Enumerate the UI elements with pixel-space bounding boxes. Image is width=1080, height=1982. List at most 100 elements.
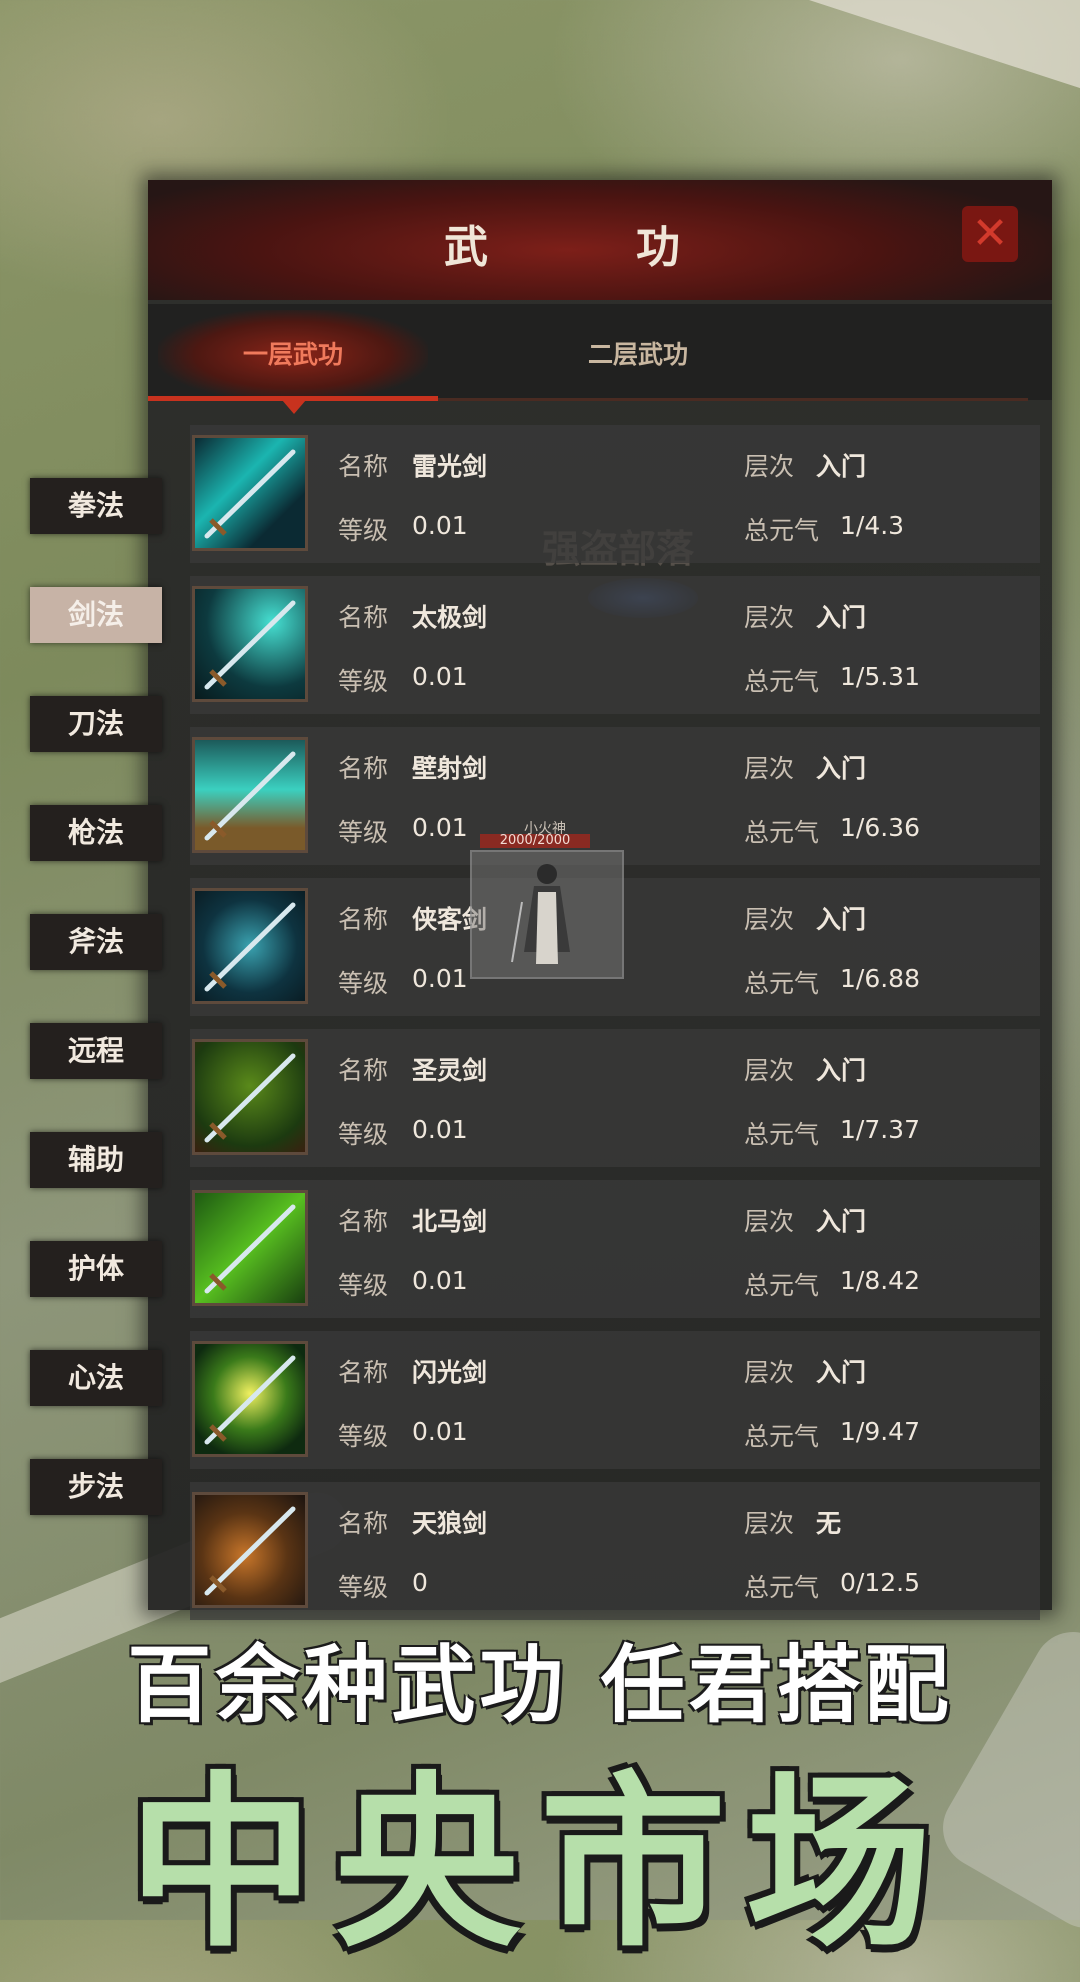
- name-label: 名称: [338, 452, 389, 481]
- sky-wolf-sword-icon[interactable]: [192, 1492, 308, 1608]
- skill-qi: 1/5.31: [840, 662, 920, 691]
- taiji-sword-icon[interactable]: [192, 586, 308, 702]
- skill-tier: 入门: [816, 905, 867, 934]
- name-label: 名称: [338, 603, 389, 632]
- skill-tier: 无: [816, 1509, 842, 1538]
- category-tab[interactable]: 剑法: [30, 587, 162, 643]
- skill-level: 0.01: [412, 1266, 468, 1295]
- name-label: 名称: [338, 1207, 389, 1236]
- skill-level: 0.01: [412, 511, 468, 540]
- skill-row[interactable]: 名称 太极剑 等级 0.01 层次 入门 总元气 1/5.31: [190, 576, 1040, 714]
- promo-title: 中央市场: [127, 1755, 952, 1972]
- skill-row[interactable]: 名称 天狼剑 等级 0 层次 无 总元气 0/12.5: [190, 1482, 1040, 1620]
- skill-qi: 1/8.42: [840, 1266, 920, 1295]
- category-tab[interactable]: 步法: [30, 1459, 162, 1515]
- level-label: 等级: [338, 1422, 389, 1451]
- name-label: 名称: [338, 905, 389, 934]
- skill-row[interactable]: 名称 雷光剑 等级 0.01 层次 入门 总元气 1/4.3: [190, 425, 1040, 563]
- close-button[interactable]: ✕: [962, 206, 1018, 262]
- tab-pointer-icon: [282, 400, 306, 414]
- skill-name: 雷光剑: [412, 452, 488, 481]
- skill-tier: 入门: [816, 452, 867, 481]
- skill-qi: 1/4.3: [840, 511, 905, 540]
- name-label: 名称: [338, 754, 389, 783]
- level-label: 等级: [338, 516, 389, 545]
- tier-label: 层次: [744, 1509, 795, 1538]
- qi-label: 总元气: [744, 516, 820, 545]
- category-tab[interactable]: 枪法: [30, 805, 162, 861]
- level-label: 等级: [338, 667, 389, 696]
- map-road: [756, 0, 1080, 113]
- skill-level: 0.01: [412, 964, 468, 993]
- tier-label: 层次: [744, 452, 795, 481]
- skill-tier: 入门: [816, 1056, 867, 1085]
- skill-row[interactable]: 名称 闪光剑 等级 0.01 层次 入门 总元气 1/9.47: [190, 1331, 1040, 1469]
- panel-title: 武 功: [444, 222, 732, 273]
- category-tab[interactable]: 辅助: [30, 1132, 162, 1188]
- warrior-figure-icon: [511, 864, 570, 964]
- category-tab[interactable]: 斧法: [30, 914, 162, 970]
- xiake-sword-icon[interactable]: [192, 888, 308, 1004]
- skill-qi: 1/7.37: [840, 1115, 920, 1144]
- skill-qi: 1/6.88: [840, 964, 920, 993]
- skill-qi: 1/9.47: [840, 1417, 920, 1446]
- skill-tier: 入门: [816, 1358, 867, 1387]
- character-hp-bar: 2000/2000: [480, 834, 590, 848]
- panel-header: 武 功 ✕: [148, 180, 1052, 300]
- holy-spirit-sword-icon[interactable]: [192, 1039, 308, 1155]
- skill-name: 闪光剑: [412, 1358, 488, 1387]
- wall-shot-sword-icon[interactable]: [192, 737, 308, 853]
- close-icon: ✕: [971, 208, 1009, 259]
- lightning-sword-icon[interactable]: [192, 435, 308, 551]
- tab-layer-two[interactable]: 二层武功: [518, 310, 758, 400]
- qi-label: 总元气: [744, 667, 820, 696]
- category-tab[interactable]: 远程: [30, 1023, 162, 1079]
- skill-level: 0: [412, 1568, 428, 1597]
- category-tab[interactable]: 拳法: [30, 478, 162, 534]
- skill-tier: 入门: [816, 1207, 867, 1236]
- category-tab[interactable]: 心法: [30, 1350, 162, 1406]
- tier-label: 层次: [744, 1056, 795, 1085]
- level-label: 等级: [338, 969, 389, 998]
- north-horse-sword-icon[interactable]: [192, 1190, 308, 1306]
- tier-label: 层次: [744, 905, 795, 934]
- name-label: 名称: [338, 1056, 389, 1085]
- skill-qi: 1/6.36: [840, 813, 920, 842]
- character-sprite[interactable]: [470, 850, 624, 979]
- qi-label: 总元气: [744, 1271, 820, 1300]
- level-label: 等级: [338, 818, 389, 847]
- skill-name: 太极剑: [412, 603, 488, 632]
- skill-name: 天狼剑: [412, 1509, 488, 1538]
- skill-row[interactable]: 名称 北马剑 等级 0.01 层次 入门 总元气 1/8.42: [190, 1180, 1040, 1318]
- skill-level: 0.01: [412, 1417, 468, 1446]
- level-label: 等级: [338, 1120, 389, 1149]
- qi-label: 总元气: [744, 1573, 820, 1602]
- skill-tier: 入门: [816, 603, 867, 632]
- level-label: 等级: [338, 1573, 389, 1602]
- skill-level: 0.01: [412, 662, 468, 691]
- category-tab[interactable]: 护体: [30, 1241, 162, 1297]
- qi-label: 总元气: [744, 1120, 820, 1149]
- level-label: 等级: [338, 1271, 389, 1300]
- tier-label: 层次: [744, 1358, 795, 1387]
- qi-label: 总元气: [744, 1422, 820, 1451]
- flash-sword-icon[interactable]: [192, 1341, 308, 1457]
- skill-name: 壁射剑: [412, 754, 488, 783]
- skill-name: 圣灵剑: [412, 1056, 488, 1085]
- category-tab[interactable]: 刀法: [30, 696, 162, 752]
- name-label: 名称: [338, 1358, 389, 1387]
- name-label: 名称: [338, 1509, 389, 1538]
- skill-row[interactable]: 名称 壁射剑 等级 0.01 层次 入门 总元气 1/6.36: [190, 727, 1040, 865]
- skill-qi: 0/12.5: [840, 1568, 920, 1597]
- skill-name: 北马剑: [412, 1207, 488, 1236]
- qi-label: 总元气: [744, 969, 820, 998]
- tier-label: 层次: [744, 754, 795, 783]
- skill-tier: 入门: [816, 754, 867, 783]
- skill-list: 名称 雷光剑 等级 0.01 层次 入门 总元气 1/4.3 名称 太极剑 等级…: [190, 425, 1040, 1633]
- skill-level: 0.01: [412, 813, 468, 842]
- tier-label: 层次: [744, 1207, 795, 1236]
- tier-label: 层次: [744, 603, 795, 632]
- tab-layer-one[interactable]: 一层武功: [158, 310, 428, 400]
- skill-row[interactable]: 名称 圣灵剑 等级 0.01 层次 入门 总元气 1/7.37: [190, 1029, 1040, 1167]
- qi-label: 总元气: [744, 818, 820, 847]
